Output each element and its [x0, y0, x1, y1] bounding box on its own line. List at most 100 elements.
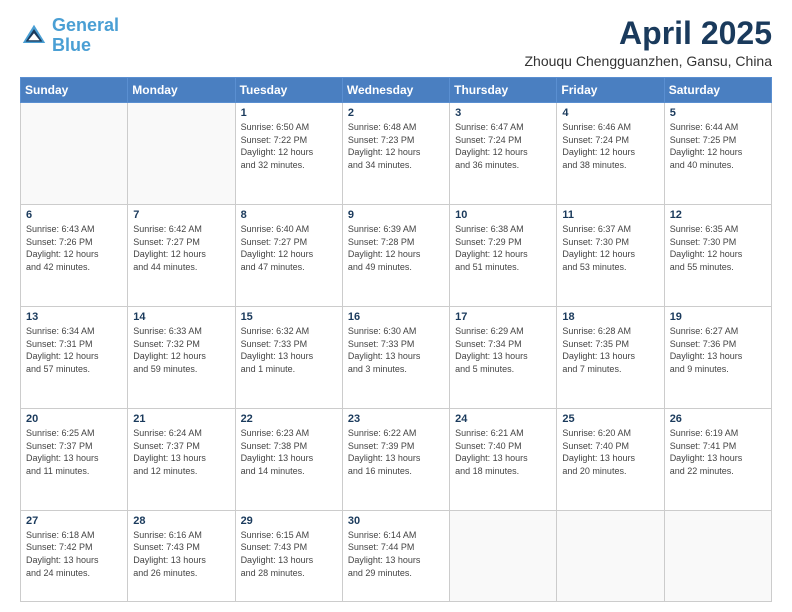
calendar-cell: 2 Sunrise: 6:48 AM Sunset: 7:23 PM Daylig…	[342, 103, 449, 205]
day-info: Sunrise: 6:18 AM Sunset: 7:42 PM Dayligh…	[26, 529, 122, 579]
day-info: Sunrise: 6:24 AM Sunset: 7:37 PM Dayligh…	[133, 427, 229, 477]
day-number: 18	[562, 311, 658, 323]
header-saturday: Saturday	[664, 78, 771, 103]
day-info: Sunrise: 6:32 AM Sunset: 7:33 PM Dayligh…	[241, 325, 337, 375]
header-friday: Friday	[557, 78, 664, 103]
day-number: 23	[348, 413, 444, 425]
calendar-cell: 12 Sunrise: 6:35 AM Sunset: 7:30 PM Dayli…	[664, 205, 771, 307]
calendar-cell: 10 Sunrise: 6:38 AM Sunset: 7:29 PM Dayli…	[450, 205, 557, 307]
calendar-cell: 25 Sunrise: 6:20 AM Sunset: 7:40 PM Dayli…	[557, 408, 664, 510]
day-number: 14	[133, 311, 229, 323]
calendar-cell	[664, 510, 771, 601]
calendar-cell: 23 Sunrise: 6:22 AM Sunset: 7:39 PM Dayli…	[342, 408, 449, 510]
logo-name: GeneralBlue	[52, 16, 119, 56]
header-monday: Monday	[128, 78, 235, 103]
calendar-cell	[128, 103, 235, 205]
calendar-cell: 7 Sunrise: 6:42 AM Sunset: 7:27 PM Daylig…	[128, 205, 235, 307]
location-subtitle: Zhouqu Chengguanzhen, Gansu, China	[524, 53, 772, 69]
calendar-cell: 18 Sunrise: 6:28 AM Sunset: 7:35 PM Dayli…	[557, 307, 664, 409]
calendar-cell: 6 Sunrise: 6:43 AM Sunset: 7:26 PM Daylig…	[21, 205, 128, 307]
logo-text: GeneralBlue	[52, 16, 119, 56]
header-thursday: Thursday	[450, 78, 557, 103]
calendar-cell: 28Sunrise: 6:16 AM Sunset: 7:43 PM Dayli…	[128, 510, 235, 601]
day-number: 4	[562, 107, 658, 119]
day-number: 8	[241, 209, 337, 221]
title-block: April 2025 Zhouqu Chengguanzhen, Gansu, …	[524, 16, 772, 69]
calendar-cell: 5 Sunrise: 6:44 AM Sunset: 7:25 PM Daylig…	[664, 103, 771, 205]
calendar-cell: 14Sunrise: 6:33 AM Sunset: 7:32 PM Dayli…	[128, 307, 235, 409]
day-info: Sunrise: 6:25 AM Sunset: 7:37 PM Dayligh…	[26, 427, 122, 477]
calendar-row-2: 6 Sunrise: 6:43 AM Sunset: 7:26 PM Daylig…	[21, 205, 772, 307]
day-info: Sunrise: 6:34 AM Sunset: 7:31 PM Dayligh…	[26, 325, 122, 375]
day-number: 12	[670, 209, 766, 221]
day-number: 11	[562, 209, 658, 221]
calendar-cell: 20 Sunrise: 6:25 AM Sunset: 7:37 PM Dayli…	[21, 408, 128, 510]
day-number: 29	[241, 515, 337, 527]
day-number: 9	[348, 209, 444, 221]
day-number: 27	[26, 515, 122, 527]
day-number: 17	[455, 311, 551, 323]
page: GeneralBlue April 2025 Zhouqu Chengguanz…	[0, 0, 792, 612]
header: GeneralBlue April 2025 Zhouqu Chengguanz…	[20, 16, 772, 69]
day-number: 26	[670, 413, 766, 425]
day-info: Sunrise: 6:21 AM Sunset: 7:40 PM Dayligh…	[455, 427, 551, 477]
day-info: Sunrise: 6:43 AM Sunset: 7:26 PM Dayligh…	[26, 223, 122, 273]
header-tuesday: Tuesday	[235, 78, 342, 103]
calendar-cell: 29 Sunrise: 6:15 AM Sunset: 7:43 PM Dayli…	[235, 510, 342, 601]
header-wednesday: Wednesday	[342, 78, 449, 103]
day-info: Sunrise: 6:27 AM Sunset: 7:36 PM Dayligh…	[670, 325, 766, 375]
day-info: Sunrise: 6:38 AM Sunset: 7:29 PM Dayligh…	[455, 223, 551, 273]
day-info: Sunrise: 6:42 AM Sunset: 7:27 PM Dayligh…	[133, 223, 229, 273]
day-info: Sunrise: 6:20 AM Sunset: 7:40 PM Dayligh…	[562, 427, 658, 477]
day-number: 2	[348, 107, 444, 119]
day-number: 25	[562, 413, 658, 425]
day-number: 7	[133, 209, 229, 221]
day-number: 22	[241, 413, 337, 425]
calendar-row-3: 13Sunrise: 6:34 AM Sunset: 7:31 PM Dayli…	[21, 307, 772, 409]
day-info: Sunrise: 6:44 AM Sunset: 7:25 PM Dayligh…	[670, 121, 766, 171]
calendar-cell	[450, 510, 557, 601]
calendar-cell: 11 Sunrise: 6:37 AM Sunset: 7:30 PM Dayli…	[557, 205, 664, 307]
logo: GeneralBlue	[20, 16, 119, 56]
day-info: Sunrise: 6:48 AM Sunset: 7:23 PM Dayligh…	[348, 121, 444, 171]
calendar-cell: 3Sunrise: 6:47 AM Sunset: 7:24 PM Daylig…	[450, 103, 557, 205]
day-number: 10	[455, 209, 551, 221]
calendar-cell: 19Sunrise: 6:27 AM Sunset: 7:36 PM Dayli…	[664, 307, 771, 409]
calendar-cell: 27 Sunrise: 6:18 AM Sunset: 7:42 PM Dayli…	[21, 510, 128, 601]
day-info: Sunrise: 6:50 AM Sunset: 7:22 PM Dayligh…	[241, 121, 337, 171]
calendar-row-1: 1Sunrise: 6:50 AM Sunset: 7:22 PM Daylig…	[21, 103, 772, 205]
day-info: Sunrise: 6:22 AM Sunset: 7:39 PM Dayligh…	[348, 427, 444, 477]
day-info: Sunrise: 6:19 AM Sunset: 7:41 PM Dayligh…	[670, 427, 766, 477]
calendar-cell	[557, 510, 664, 601]
calendar-cell	[21, 103, 128, 205]
day-info: Sunrise: 6:37 AM Sunset: 7:30 PM Dayligh…	[562, 223, 658, 273]
calendar-cell: 22Sunrise: 6:23 AM Sunset: 7:38 PM Dayli…	[235, 408, 342, 510]
calendar-cell: 8Sunrise: 6:40 AM Sunset: 7:27 PM Daylig…	[235, 205, 342, 307]
calendar-cell: 9 Sunrise: 6:39 AM Sunset: 7:28 PM Daylig…	[342, 205, 449, 307]
calendar-cell: 24 Sunrise: 6:21 AM Sunset: 7:40 PM Dayli…	[450, 408, 557, 510]
day-info: Sunrise: 6:35 AM Sunset: 7:30 PM Dayligh…	[670, 223, 766, 273]
day-number: 24	[455, 413, 551, 425]
day-info: Sunrise: 6:28 AM Sunset: 7:35 PM Dayligh…	[562, 325, 658, 375]
day-info: Sunrise: 6:14 AM Sunset: 7:44 PM Dayligh…	[348, 529, 444, 579]
calendar-table: Sunday Monday Tuesday Wednesday Thursday…	[20, 77, 772, 602]
day-number: 21	[133, 413, 229, 425]
day-number: 3	[455, 107, 551, 119]
day-number: 16	[348, 311, 444, 323]
calendar-header-row: Sunday Monday Tuesday Wednesday Thursday…	[21, 78, 772, 103]
calendar-cell: 17 Sunrise: 6:29 AM Sunset: 7:34 PM Dayli…	[450, 307, 557, 409]
day-number: 6	[26, 209, 122, 221]
day-info: Sunrise: 6:39 AM Sunset: 7:28 PM Dayligh…	[348, 223, 444, 273]
day-number: 5	[670, 107, 766, 119]
calendar-row-4: 20 Sunrise: 6:25 AM Sunset: 7:37 PM Dayli…	[21, 408, 772, 510]
calendar-cell: 1Sunrise: 6:50 AM Sunset: 7:22 PM Daylig…	[235, 103, 342, 205]
calendar-row-5: 27 Sunrise: 6:18 AM Sunset: 7:42 PM Dayli…	[21, 510, 772, 601]
day-info: Sunrise: 6:29 AM Sunset: 7:34 PM Dayligh…	[455, 325, 551, 375]
day-number: 20	[26, 413, 122, 425]
header-sunday: Sunday	[21, 78, 128, 103]
calendar-cell: 16Sunrise: 6:30 AM Sunset: 7:33 PM Dayli…	[342, 307, 449, 409]
calendar-cell: 13Sunrise: 6:34 AM Sunset: 7:31 PM Dayli…	[21, 307, 128, 409]
logo-icon	[20, 22, 48, 50]
month-title: April 2025	[524, 16, 772, 51]
day-info: Sunrise: 6:15 AM Sunset: 7:43 PM Dayligh…	[241, 529, 337, 579]
